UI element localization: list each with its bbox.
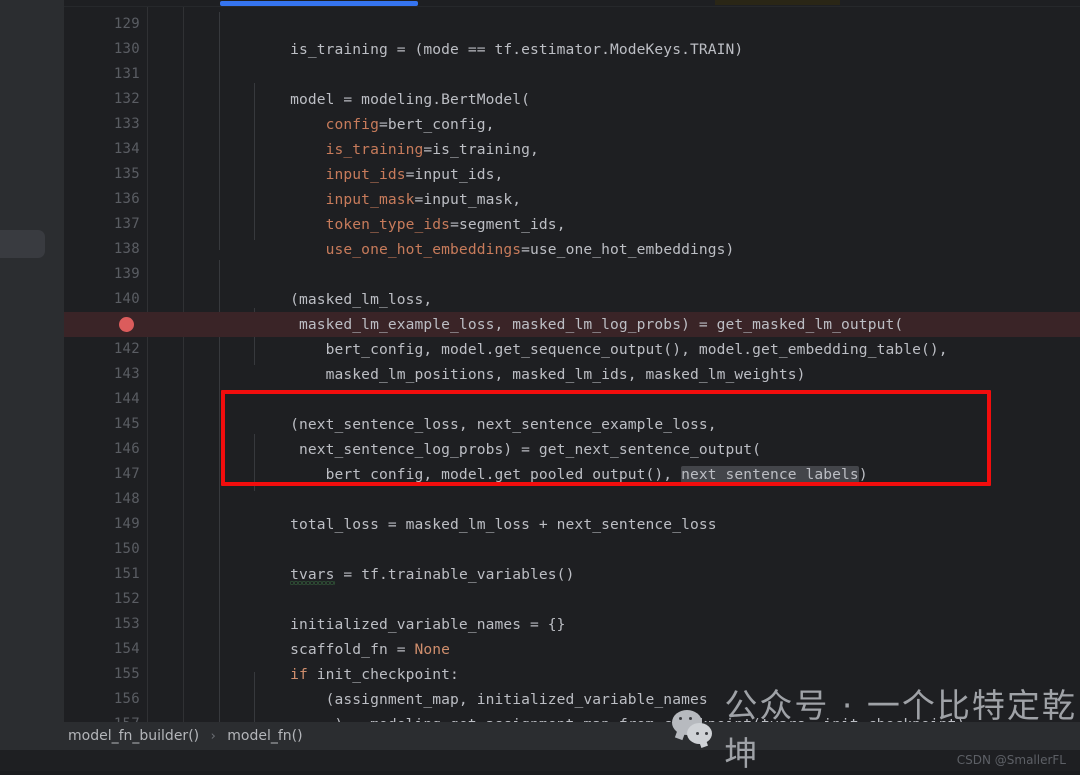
code-line[interactable]: masked_lm_example_loss, masked_lm_log_pr…: [64, 312, 1080, 337]
line-number: 142: [113, 341, 140, 357]
line-number: 130: [113, 41, 140, 57]
code-line[interactable]: 151 tvars = tf.trainable_variables(): [64, 562, 1080, 587]
code-line[interactable]: 132 model = modeling.BertModel(: [64, 87, 1080, 112]
line-number: 139: [113, 266, 140, 282]
code-line[interactable]: 134 is_training=is_training,: [64, 137, 1080, 162]
code-line[interactable]: 135 input_ids=input_ids,: [64, 162, 1080, 187]
code-line-text: is_training = (mode == tf.estimator.Mode…: [219, 41, 744, 58]
editor-top-divider: [64, 6, 1080, 7]
code-line-text: config=bert_config,: [325, 116, 495, 133]
editor-top-accent: [715, 0, 840, 5]
line-number: 155: [113, 666, 140, 682]
code-editor[interactable]: 129 130 is_training = (mode == tf.estimat…: [64, 0, 1080, 733]
breakpoint-icon[interactable]: [119, 317, 134, 332]
left-tool-strip: [0, 0, 64, 729]
code-line[interactable]: 156 (assignment_map, initialized_variabl…: [64, 687, 1080, 712]
code-line[interactable]: 148: [64, 487, 1080, 512]
code-line-text: tvars = tf.trainable_variables(): [219, 562, 574, 587]
line-number: 148: [113, 491, 140, 507]
breadcrumb[interactable]: model_fn_builder() › model_fn(): [68, 722, 303, 750]
code-line[interactable]: 152: [64, 587, 1080, 612]
code-line-text: masked_lm_positions, masked_lm_ids, mask…: [219, 366, 806, 383]
code-line-text: is_training=is_training,: [325, 141, 539, 158]
line-number: 133: [113, 116, 140, 132]
code-line[interactable]: 136 input_mask=input_mask,: [64, 187, 1080, 212]
code-line-text: model = modeling.BertModel(: [219, 91, 531, 108]
code-line[interactable]: 142 bert_config, model.get_sequence_outp…: [64, 337, 1080, 362]
code-line[interactable]: 155 if init_checkpoint:: [64, 662, 1080, 687]
line-number: 151: [113, 566, 140, 582]
line-number: 156: [113, 691, 140, 707]
code-line[interactable]: 140 (masked_lm_loss,: [64, 287, 1080, 312]
line-number: 132: [113, 91, 140, 107]
code-line-text: (masked_lm_loss,: [219, 291, 433, 308]
code-line-text: input_ids=input_ids,: [325, 166, 504, 183]
line-number: 143: [113, 366, 140, 382]
code-line[interactable]: 150: [64, 537, 1080, 562]
breadcrumb-item-0[interactable]: model_fn_builder(): [68, 728, 199, 744]
line-number: 149: [113, 516, 140, 532]
code-line-text: bert_config, model.get_sequence_output()…: [219, 341, 948, 358]
code-line[interactable]: 133 config=bert_config,: [64, 112, 1080, 137]
line-number: 146: [113, 441, 140, 457]
ide-window: 129 130 is_training = (mode == tf.estimat…: [0, 0, 1080, 773]
code-line[interactable]: 154 scaffold_fn = None: [64, 637, 1080, 662]
code-line[interactable]: 139: [64, 262, 1080, 287]
line-number: 147: [113, 466, 140, 482]
code-line-text: use_one_hot_embeddings=use_one_hot_embed…: [325, 241, 735, 258]
line-number: 137: [113, 216, 140, 232]
code-line-text: input_mask=input_mask,: [325, 191, 522, 208]
annotation-rectangle: [221, 390, 991, 486]
chevron-right-icon: ›: [210, 729, 216, 744]
code-line[interactable]: 129: [64, 12, 1080, 37]
line-number: 145: [113, 416, 140, 432]
line-number: 138: [113, 241, 140, 257]
code-line-text: masked_lm_example_loss, masked_lm_log_pr…: [219, 316, 904, 333]
code-line[interactable]: 130 is_training = (mode == tf.estimator.…: [64, 37, 1080, 62]
code-line[interactable]: 153 initialized_variable_names = {}: [64, 612, 1080, 637]
line-number: 144: [113, 391, 140, 407]
code-line-text: if init_checkpoint:: [290, 666, 459, 683]
line-number: 154: [113, 641, 140, 657]
line-number: 131: [113, 66, 140, 82]
breadcrumb-item-1[interactable]: model_fn(): [227, 728, 302, 744]
line-number: 140: [113, 291, 140, 307]
line-number: 129: [113, 16, 140, 32]
code-line[interactable]: 143 masked_lm_positions, masked_lm_ids, …: [64, 362, 1080, 387]
csdn-credit: CSDN @SmallerFL: [956, 753, 1066, 767]
line-number: 152: [113, 591, 140, 607]
line-number: 150: [113, 541, 140, 557]
line-number: 134: [113, 141, 140, 157]
code-line-text: token_type_ids=segment_ids,: [325, 216, 566, 233]
code-line[interactable]: 149 total_loss = masked_lm_loss + next_s…: [64, 512, 1080, 537]
tool-window-tab[interactable]: [0, 230, 45, 258]
code-line[interactable]: 138 use_one_hot_embeddings=use_one_hot_e…: [64, 237, 1080, 262]
code-line-text: total_loss = masked_lm_loss + next_sente…: [219, 516, 717, 533]
code-line[interactable]: 137 token_type_ids=segment_ids,: [64, 212, 1080, 237]
code-line-text: scaffold_fn = None: [219, 641, 451, 658]
code-line-text: initialized_variable_names = {}: [219, 616, 566, 633]
code-line[interactable]: 131: [64, 62, 1080, 87]
line-number: 136: [113, 191, 140, 207]
code-line-text: (assignment_map, initialized_variable_na…: [219, 691, 708, 708]
status-bar: [0, 750, 1080, 771]
line-number: 153: [113, 616, 140, 632]
line-number: 135: [113, 166, 140, 182]
